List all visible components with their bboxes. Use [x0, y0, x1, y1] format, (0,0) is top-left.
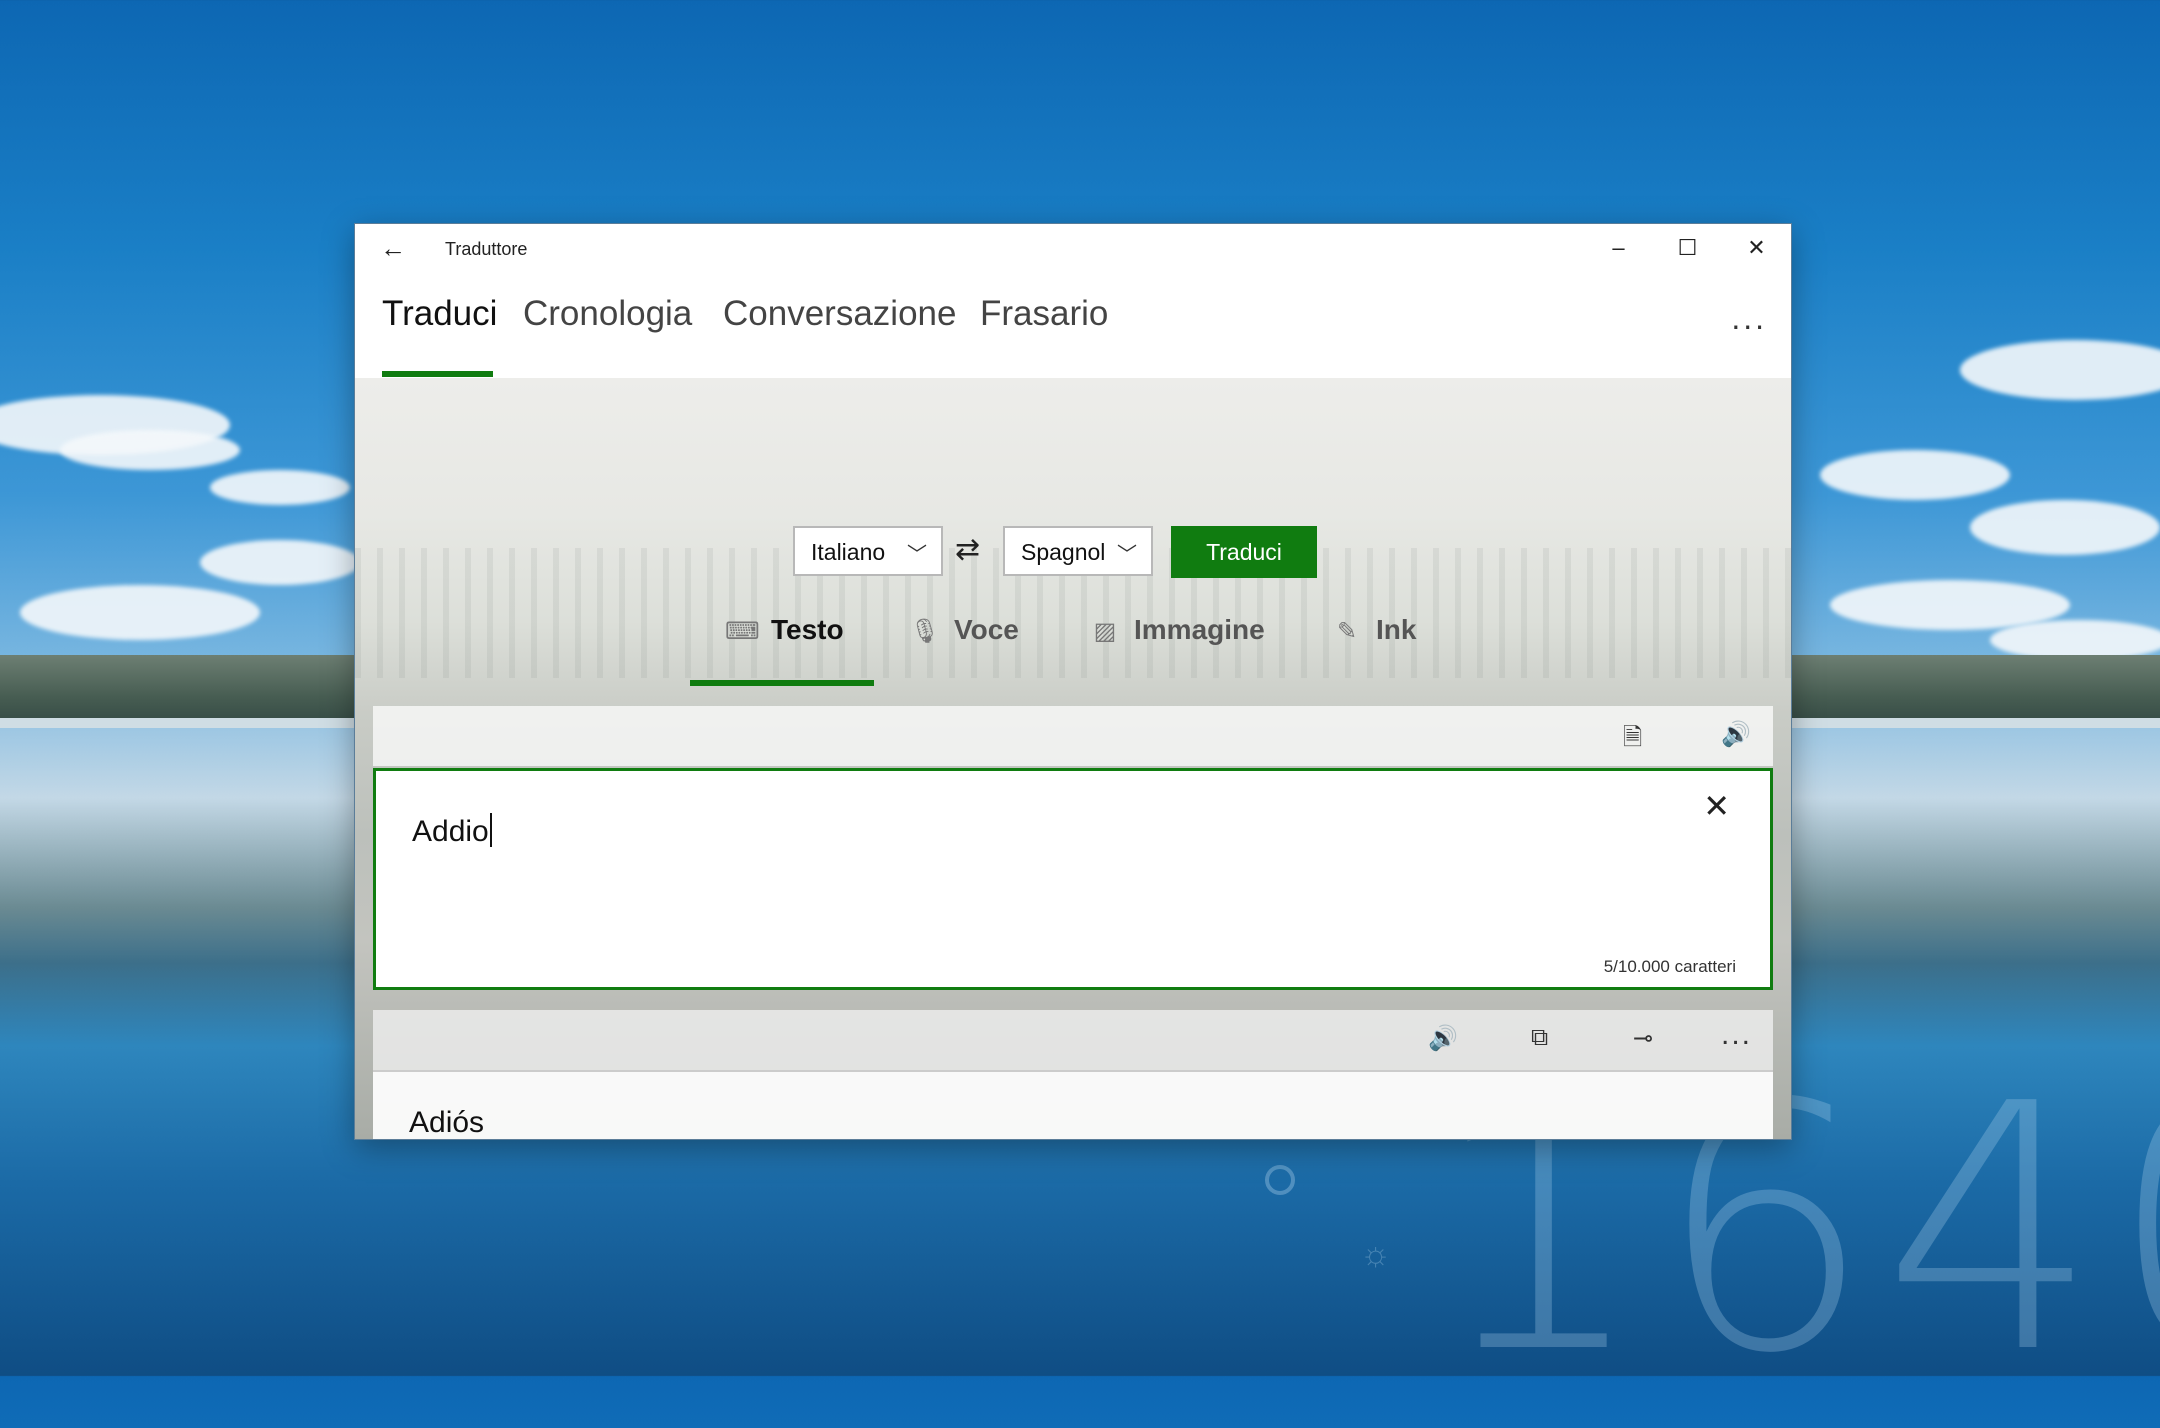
pen-icon: ✎	[1336, 618, 1358, 645]
swap-arrows-icon: ⇄	[955, 533, 981, 566]
mode-tab-immagine[interactable]: ▨ Immagine	[1088, 614, 1265, 646]
pin-icon[interactable]: ⊸	[1633, 1024, 1653, 1053]
mode-tab-ink[interactable]: ✎ Ink	[1330, 614, 1417, 646]
translation-text: Adiós	[409, 1106, 485, 1139]
chevron-down-icon: ﹀	[1117, 544, 1137, 566]
source-text-input[interactable]: Addio ✕ 5/10.000 caratteri	[373, 768, 1773, 990]
tab-cronologia[interactable]: Cronologia	[523, 294, 692, 334]
back-button[interactable]: ←	[373, 232, 413, 266]
minimize-icon: –	[1612, 235, 1625, 260]
active-mode-indicator	[690, 680, 874, 686]
tab-frasario[interactable]: Frasario	[980, 294, 1108, 334]
clear-text-button[interactable]: ✕	[1703, 787, 1730, 825]
more-icon[interactable]: ...	[1721, 1018, 1752, 1052]
source-toolbar: 🗎 🔊	[373, 706, 1773, 766]
main-nav: Traduci Cronologia Conversazione Frasari…	[355, 274, 1791, 378]
chevron-down-icon: ﹀	[907, 544, 927, 566]
mode-label: Testo	[771, 614, 844, 645]
source-language-value: Italiano	[811, 539, 886, 565]
translate-button[interactable]: Traduci	[1171, 526, 1317, 578]
close-button[interactable]: ✕	[1722, 224, 1791, 274]
tab-traduci[interactable]: Traduci	[382, 294, 497, 334]
mode-tab-testo[interactable]: ⌨ Testo	[725, 614, 844, 646]
close-icon: ✕	[1747, 235, 1766, 260]
mode-label: Immagine	[1134, 614, 1265, 645]
title-bar: ← Traduttore – ☐ ✕	[355, 224, 1791, 274]
content-area: Italiano ﹀ ⇄ Spagnol ﹀ Traduci ⌨ Testo 🎙 V…	[355, 378, 1791, 1139]
clear-icon: ✕	[1703, 788, 1730, 824]
app-title: Traduttore	[445, 239, 528, 259]
speaker-icon[interactable]: 🔊	[1721, 720, 1751, 749]
mode-label: Ink	[1376, 614, 1417, 645]
swap-languages-button[interactable]: ⇄	[955, 532, 980, 567]
mode-label: Voce	[954, 614, 1019, 645]
translator-window: ← Traduttore – ☐ ✕ Traduci Cronologia Co…	[355, 224, 1791, 1139]
copy-icon[interactable]: ⧉	[1531, 1024, 1548, 1052]
image-icon: ▨	[1093, 618, 1117, 645]
arrow-left-icon: ←	[380, 233, 406, 263]
maximize-icon: ☐	[1677, 235, 1698, 260]
target-language-value: Spagnol	[1021, 539, 1106, 565]
tab-conversazione[interactable]: Conversazione	[723, 294, 956, 334]
mode-tab-voce[interactable]: 🎙 Voce	[908, 614, 1019, 646]
more-options-button[interactable]: ...	[1731, 300, 1767, 337]
maximize-button[interactable]: ☐	[1653, 224, 1722, 274]
target-language-select[interactable]: Spagnol ﹀	[1003, 526, 1153, 576]
microphone-icon: 🎙	[909, 618, 941, 645]
active-tab-indicator	[382, 371, 493, 377]
source-language-select[interactable]: Italiano ﹀	[793, 526, 943, 576]
target-toolbar: 🔊 ⧉ ⊸ ...	[373, 1010, 1773, 1072]
paste-document-icon[interactable]: 🗎	[1623, 720, 1642, 761]
keyboard-icon: ⌨	[725, 618, 760, 645]
translation-output: Adiós	[373, 1072, 1773, 1139]
character-count: 5/10.000 caratteri	[1603, 957, 1736, 976]
source-text-value: Addio	[412, 813, 492, 849]
speaker-icon[interactable]: 🔊	[1428, 1024, 1458, 1053]
minimize-button[interactable]: –	[1584, 224, 1653, 274]
text-caret	[489, 813, 492, 847]
